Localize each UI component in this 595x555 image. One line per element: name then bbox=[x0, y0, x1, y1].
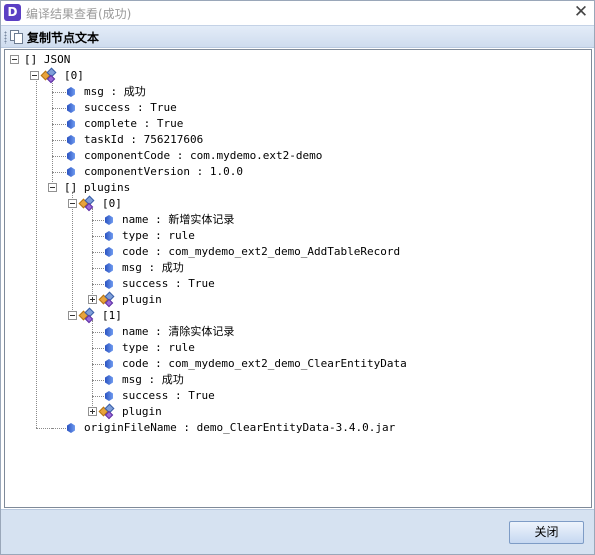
tree-node-taskid[interactable]: taskId : 756217606 bbox=[84, 133, 203, 147]
tree-node-success[interactable]: success : True bbox=[84, 101, 177, 115]
copy-node-text-button[interactable]: 复制节点文本 bbox=[10, 28, 99, 46]
tree-node-plugin0-plugin[interactable]: plugin bbox=[122, 293, 162, 307]
tree-node-plugin0-code[interactable]: code : com_mydemo_ext2_demo_AddTableReco… bbox=[122, 245, 400, 259]
tree-node-plugin0-success[interactable]: success : True bbox=[122, 277, 215, 291]
value-node-icon bbox=[104, 374, 114, 386]
collapse-root-toggle[interactable] bbox=[10, 55, 19, 64]
tree-node-componentcode[interactable]: componentCode : com.mydemo.ext2-demo bbox=[84, 149, 322, 163]
value-node-icon bbox=[104, 230, 114, 242]
collapse-plugin1-toggle[interactable] bbox=[68, 311, 77, 320]
tree-node-plugins[interactable]: [] plugins bbox=[64, 181, 130, 195]
title-bar: D 编译结果查看(成功) ✕ bbox=[1, 1, 594, 25]
copy-icon bbox=[10, 29, 24, 45]
tree-node-plugin0[interactable]: [0] bbox=[102, 197, 122, 211]
value-node-icon bbox=[104, 262, 114, 274]
tree-node-complete[interactable]: complete : True bbox=[84, 117, 183, 131]
toolbar-grip[interactable] bbox=[4, 31, 7, 44]
value-node-icon bbox=[104, 342, 114, 354]
tree-node-plugin1-name[interactable]: name : 清除实体记录 bbox=[122, 325, 234, 339]
dialog-footer: 关闭 bbox=[1, 509, 594, 554]
tree-node-plugin0-msg[interactable]: msg : 成功 bbox=[122, 261, 184, 275]
value-node-icon bbox=[66, 150, 76, 162]
tree-node-plugin1-msg[interactable]: msg : 成功 bbox=[122, 373, 184, 387]
tree-node-plugin1-code[interactable]: code : com_mydemo_ext2_demo_ClearEntityD… bbox=[122, 357, 407, 371]
value-node-icon bbox=[66, 422, 76, 434]
tree-node-item0[interactable]: [0] bbox=[64, 69, 84, 83]
value-node-icon bbox=[66, 166, 76, 178]
tree-node-plugin1-plugin[interactable]: plugin bbox=[122, 405, 162, 419]
value-node-icon bbox=[104, 214, 114, 226]
tree-node-originfilename[interactable]: originFileName : demo_ClearEntityData-3.… bbox=[84, 421, 395, 435]
value-node-icon bbox=[66, 118, 76, 130]
value-node-icon bbox=[104, 246, 114, 258]
close-icon[interactable]: ✕ bbox=[571, 2, 591, 22]
window-title: 编译结果查看(成功) bbox=[26, 7, 132, 21]
close-button[interactable]: 关闭 bbox=[509, 521, 584, 544]
collapse-plugins-toggle[interactable] bbox=[48, 183, 57, 192]
expand-plugin0-plugin-toggle[interactable] bbox=[88, 295, 97, 304]
object-node-icon bbox=[78, 307, 96, 324]
tree-node-root[interactable]: [] JSON bbox=[24, 53, 70, 67]
compile-result-dialog: D 编译结果查看(成功) ✕ 复制节点文本 [] JSON [0] msg: … bbox=[0, 0, 595, 555]
collapse-plugin0-toggle[interactable] bbox=[68, 199, 77, 208]
tree-node-plugin0-name[interactable]: name : 新增实体记录 bbox=[122, 213, 234, 227]
expand-plugin1-plugin-toggle[interactable] bbox=[88, 407, 97, 416]
toolbar: 复制节点文本 bbox=[1, 25, 594, 48]
object-node-icon bbox=[98, 291, 116, 308]
tree-node-componentversion[interactable]: componentVersion : 1.0.0 bbox=[84, 165, 243, 179]
value-node-icon bbox=[66, 86, 76, 98]
tree-node-plugin1-success[interactable]: success : True bbox=[122, 389, 215, 403]
value-node-icon bbox=[104, 358, 114, 370]
value-node-icon bbox=[104, 326, 114, 338]
object-node-icon bbox=[78, 195, 96, 212]
object-node-icon bbox=[40, 67, 58, 84]
tree-node-plugin0-type[interactable]: type : rule bbox=[122, 229, 195, 243]
app-logo-icon: D bbox=[4, 4, 21, 21]
json-tree-view[interactable]: [] JSON [0] msg : 成功 success : True comp… bbox=[4, 49, 592, 508]
copy-node-text-label: 复制节点文本 bbox=[27, 30, 100, 45]
object-node-icon bbox=[98, 403, 116, 420]
collapse-item0-toggle[interactable] bbox=[30, 71, 39, 80]
value-node-icon bbox=[104, 390, 114, 402]
tree-node-plugin1[interactable]: [1] bbox=[102, 309, 122, 323]
value-node-icon bbox=[66, 102, 76, 114]
tree-node-msg[interactable]: msg : 成功 bbox=[84, 85, 146, 99]
tree-node-plugin1-type[interactable]: type : rule bbox=[122, 341, 195, 355]
value-node-icon bbox=[104, 278, 114, 290]
value-node-icon bbox=[66, 134, 76, 146]
